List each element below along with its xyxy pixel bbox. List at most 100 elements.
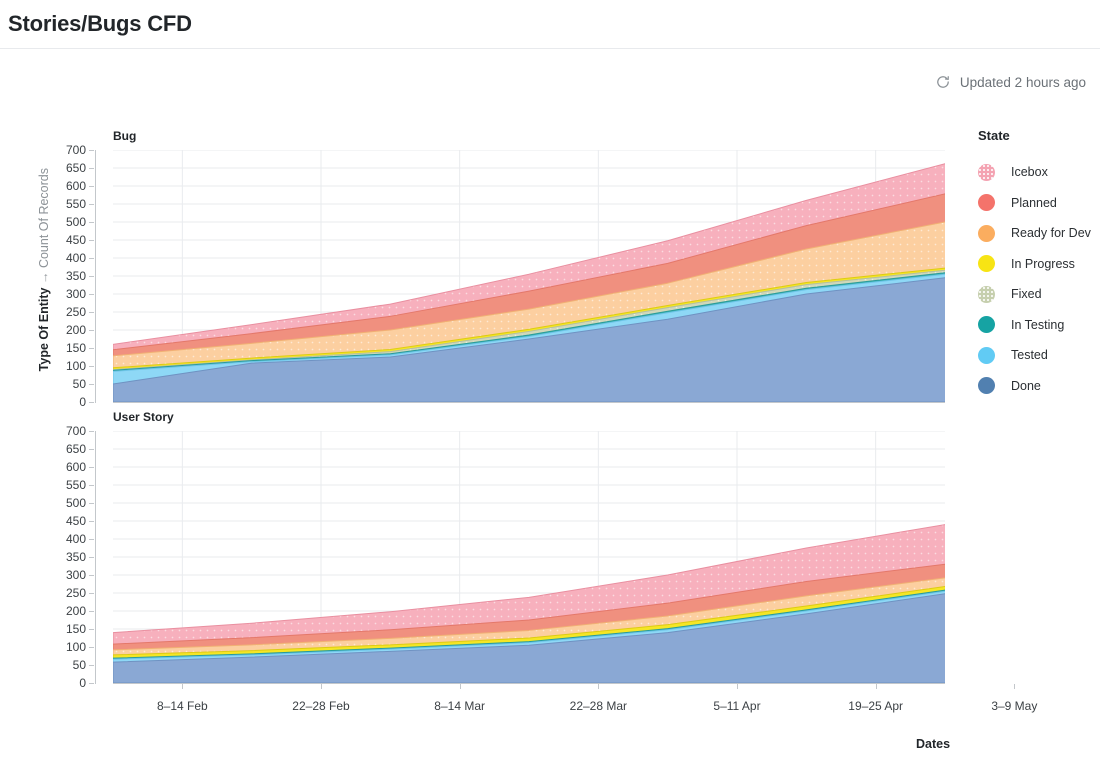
x-axis-tick-label: 8–14 Feb <box>156 699 208 713</box>
legend: State Icebox Planned Ready for Dev In Progr… <box>978 128 1098 401</box>
y-axis-tick-mark <box>89 557 94 558</box>
plot-area-bug[interactable] <box>113 150 945 402</box>
y-axis-tick-label: 500 <box>65 215 86 229</box>
legend-item-label: In Progress <box>1011 256 1075 271</box>
legend-item-fixed[interactable]: Fixed <box>978 279 1098 310</box>
y-axis-tick-mark <box>89 222 94 223</box>
legend-item-in-testing[interactable]: In Testing <box>978 310 1098 341</box>
y-axis-tick-label: 100 <box>65 359 86 373</box>
y-axis-tick-mark <box>89 384 94 385</box>
x-axis-tick-label: 22–28 Feb <box>292 699 350 713</box>
y-axis-tick-mark <box>89 503 94 504</box>
header-divider <box>0 48 1100 49</box>
x-axis-tick-label: 22–28 Mar <box>569 699 628 713</box>
cfd-chart: Bug 0 50 100 150 200 250 300 350 400 450 500 550 600 6… <box>0 100 1100 773</box>
x-axis-line-0 <box>113 402 945 403</box>
y-axis-tick-label: 700 <box>65 143 86 157</box>
legend-item-list: Icebox Planned Ready for Dev In Progress Fix… <box>978 157 1098 401</box>
x-axis-tick-mark <box>1014 684 1016 689</box>
legend-swatch-icon <box>978 255 995 273</box>
legend-swatch-icon <box>978 163 995 181</box>
y-axis-tick-mark <box>89 330 94 331</box>
legend-swatch-icon <box>978 346 995 364</box>
legend-item-in-progress[interactable]: In Progress <box>978 249 1098 280</box>
y-axis-tick-label: 50 <box>72 377 86 391</box>
y-axis-line <box>95 431 96 684</box>
refresh-icon[interactable] <box>935 74 951 90</box>
legend-swatch-icon <box>978 316 995 334</box>
legend-item-label: Icebox <box>1011 165 1048 180</box>
legend-swatch-icon <box>978 285 995 303</box>
legend-item-ready-for-dev[interactable]: Ready for Dev <box>978 218 1098 249</box>
x-axis-tick-mark <box>598 684 600 689</box>
y-axis-tick-mark <box>89 449 94 450</box>
y-axis-tick-label: 150 <box>65 622 86 636</box>
x-axis-tick-mark <box>875 684 877 689</box>
updated-text: Updated 2 hours ago <box>959 74 1086 90</box>
y-axis-line <box>95 150 96 403</box>
y-axis-tick-mark <box>89 150 94 151</box>
y-axis-tick-mark <box>89 575 94 576</box>
y-axis-tick-mark <box>89 611 94 612</box>
y-axis-tick-label: 50 <box>72 658 86 672</box>
y-axis-tick-mark <box>89 485 94 486</box>
legend-item-label: Fixed <box>1011 287 1042 302</box>
x-axis-tick-mark <box>459 684 461 689</box>
y-axis-tick-label: 100 <box>65 640 86 654</box>
y-axis-tick-label: 600 <box>65 179 86 193</box>
y-axis-1: 0 50 100 150 200 250 300 350 400 450 500 550 600 650 7… <box>50 424 96 690</box>
y-axis-tick-label: 350 <box>65 269 86 283</box>
y-axis-tick-label: 500 <box>65 496 86 510</box>
y-axis-tick-label: 200 <box>65 323 86 337</box>
legend-item-planned[interactable]: Planned <box>978 188 1098 219</box>
y-axis-tick-mark <box>89 294 94 295</box>
y-axis-tick-mark <box>89 647 94 648</box>
x-axis-tick-mark <box>737 684 738 689</box>
plot-area-user-story[interactable] <box>113 431 945 683</box>
y-axis-tick-mark <box>89 258 94 259</box>
legend-swatch-icon <box>978 224 995 242</box>
y-axis-tick-mark <box>89 168 94 169</box>
y-axis-tick-label: 200 <box>65 604 86 618</box>
x-axis-tick-label: 8–14 Mar <box>434 699 486 713</box>
y-axis-tick-label: 150 <box>65 341 86 355</box>
panel-title-bug: Bug <box>113 129 137 143</box>
update-status-bar: Updated 2 hours ago <box>935 74 1086 90</box>
x-axis-tick-label: 3–9 May <box>991 699 1038 713</box>
y-axis-tick-label: 650 <box>65 161 86 175</box>
y-axis-tick-mark <box>89 240 94 241</box>
legend-swatch-icon <box>978 194 995 212</box>
legend-title: State <box>978 128 1010 143</box>
page-title: Stories/Bugs CFD <box>8 11 192 36</box>
y-axis-tick-label: 450 <box>65 514 86 528</box>
legend-item-icebox[interactable]: Icebox <box>978 157 1098 188</box>
y-axis-tick-label: 400 <box>65 532 86 546</box>
y-axis-tick-mark <box>89 431 94 432</box>
y-axis-tick-label: 300 <box>65 568 86 582</box>
x-axis-tick-label: 19–25 Apr <box>848 699 904 713</box>
y-axis-tick-label: 300 <box>65 287 86 301</box>
legend-item-tested[interactable]: Tested <box>978 340 1098 371</box>
y-axis-0: 0 50 100 150 200 250 300 350 400 450 500 550 600 650 7… <box>50 143 96 409</box>
panel-title-user-story: User Story <box>113 410 174 424</box>
x-axis-tick-mark <box>182 684 184 689</box>
y-axis-tick-mark <box>89 366 94 367</box>
x-axis-line-1 <box>113 683 945 684</box>
y-axis-tick-mark <box>89 665 94 666</box>
y-axis-tick-label: 650 <box>65 442 86 456</box>
x-axis-tick-label: 5–11 Apr <box>713 699 761 713</box>
y-axis-tick-mark <box>89 539 94 540</box>
y-axis-tick-label: 250 <box>65 586 86 600</box>
y-axis-tick-label: 600 <box>65 460 86 474</box>
y-axis-tick-label: 450 <box>65 233 86 247</box>
legend-swatch-icon <box>978 377 995 395</box>
y-axis-tick-mark <box>89 593 94 594</box>
y-axis-tick-mark <box>89 521 94 522</box>
y-axis-tick-mark <box>89 276 94 277</box>
legend-item-done[interactable]: Done <box>978 371 1098 402</box>
y-axis-tick-mark <box>89 204 94 205</box>
y-axis-tick-label: 400 <box>65 251 86 265</box>
y-axis-tick-label: 0 <box>79 676 86 690</box>
legend-item-label: Ready for Dev <box>1011 226 1091 241</box>
legend-item-label: Planned <box>1011 195 1057 210</box>
